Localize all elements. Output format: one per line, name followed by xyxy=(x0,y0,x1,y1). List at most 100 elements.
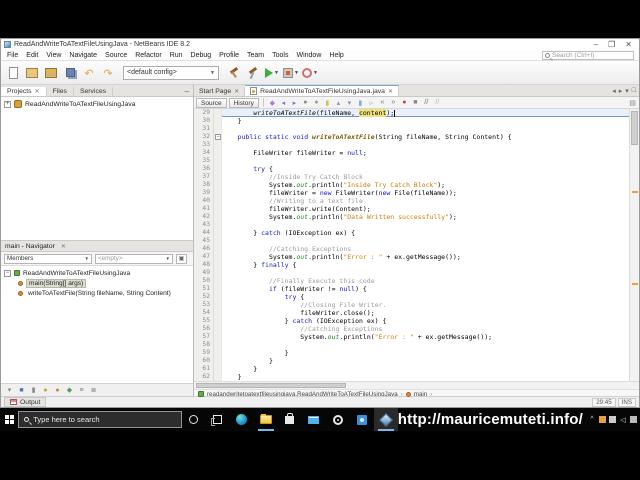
code-text[interactable] xyxy=(222,269,629,277)
sort-source-icon[interactable]: ≣ xyxy=(89,386,98,395)
maximize-button[interactable]: ❐ xyxy=(608,39,615,50)
navigator-filter-button[interactable]: ▣ xyxy=(176,253,187,264)
output-minimized-tab[interactable]: Output xyxy=(4,397,47,407)
error-stripe-mark[interactable] xyxy=(632,283,638,285)
code-text[interactable]: } xyxy=(222,117,629,125)
start-macro-icon[interactable]: ● xyxy=(400,98,409,107)
hscrollbar-thumb[interactable] xyxy=(196,383,346,388)
code-text[interactable]: } catch (IOException ex) { xyxy=(222,317,629,325)
taskbar-photos-icon[interactable] xyxy=(350,408,374,431)
code-text[interactable]: public static void writeToATextFile(Stri… xyxy=(222,133,629,141)
tab-list-icon[interactable]: ▾ xyxy=(625,87,629,95)
menu-window[interactable]: Window xyxy=(292,52,325,59)
code-text[interactable] xyxy=(222,125,629,133)
code-text[interactable]: //Catching Exceptions xyxy=(222,245,629,253)
menu-debug[interactable]: Debug xyxy=(187,52,216,59)
navigator-close-icon[interactable]: ✕ xyxy=(61,243,66,250)
toolbar-save-all-icon[interactable] xyxy=(62,65,78,81)
menu-profile[interactable]: Profile xyxy=(215,52,243,59)
menu-view[interactable]: View xyxy=(42,52,65,59)
projects-tree[interactable]: + ReadAndWriteToATextFileUsingJava xyxy=(1,97,193,240)
code-text[interactable]: } xyxy=(222,349,629,357)
tray-hidden-icons-chevron[interactable]: ^ xyxy=(588,416,596,424)
navigator-tree[interactable]: − ReadAndWriteToATextFileUsingJava main(St… xyxy=(1,266,193,383)
tray-keyboard-icon[interactable] xyxy=(609,416,616,423)
toggle-highlight-icon[interactable]: ▮ xyxy=(323,98,332,107)
minimize-button[interactable]: – xyxy=(594,39,598,50)
stop-macro-icon[interactable]: ■ xyxy=(411,98,420,107)
code-text[interactable]: System.out.println("Error : " + ex.getMe… xyxy=(222,333,629,341)
code-text[interactable]: try { xyxy=(222,165,629,173)
code-text[interactable]: if (fileWriter != null) { xyxy=(222,285,629,293)
uncomment-icon[interactable]: // xyxy=(433,98,442,107)
show-fields-icon[interactable]: ■ xyxy=(17,386,26,395)
toolbar-clean-build-icon[interactable] xyxy=(245,65,261,81)
taskbar-task-view-icon[interactable] xyxy=(206,408,230,431)
toolbar-undo-icon[interactable] xyxy=(81,65,97,81)
show-methods-icon[interactable]: ● xyxy=(53,386,62,395)
menu-tools[interactable]: Tools xyxy=(268,52,292,59)
navigator-member-row[interactable]: main(String[] args) xyxy=(4,278,193,288)
tab-projects[interactable]: Projects ✕ xyxy=(1,87,47,96)
error-stripe-mark[interactable] xyxy=(632,191,638,193)
taskbar-netbeans-icon[interactable] xyxy=(373,408,398,431)
toolbar-new-project-icon[interactable] xyxy=(24,65,40,81)
editor-hscrollbar[interactable] xyxy=(194,381,639,389)
tray-volume-icon[interactable]: ◁ xyxy=(619,416,627,424)
navigator-filter-select[interactable]: <empty> ▼ xyxy=(95,253,173,264)
menu-navigate[interactable]: Navigate xyxy=(65,52,101,59)
show-static-members-icon[interactable]: ▮ xyxy=(29,386,38,395)
code-editor[interactable]: 29 writeToATextFile(fileName, content); 3… xyxy=(194,109,629,381)
tab-services[interactable]: Services xyxy=(74,87,114,96)
shift-right-icon[interactable]: » xyxy=(389,98,398,107)
minimize-panel-icon[interactable]: – xyxy=(185,87,189,96)
menu-source[interactable]: Source xyxy=(101,52,131,59)
tree-expander-icon[interactable]: − xyxy=(4,269,11,277)
title-bar[interactable]: ReadAndWriteToATextFileUsingJava - NetBe… xyxy=(1,39,639,50)
editor-scrollbar[interactable] xyxy=(629,109,639,381)
taskbar-settings-icon[interactable] xyxy=(326,408,350,431)
code-text[interactable]: try { xyxy=(222,293,629,301)
code-text[interactable]: fileWriter.write(Content); xyxy=(222,205,629,213)
taskbar-mail-icon[interactable] xyxy=(302,408,326,431)
toggle-bookmark-icon[interactable]: ▮ xyxy=(356,98,365,107)
comment-icon[interactable]: // xyxy=(422,98,431,107)
code-text[interactable]: //Finally Execute this code xyxy=(222,277,629,285)
taskbar-file-explorer-icon[interactable] xyxy=(254,408,278,431)
editor-sidebar-toggle-icon[interactable]: ▤ xyxy=(628,98,637,107)
code-text[interactable] xyxy=(222,237,629,245)
menu-help[interactable]: Help xyxy=(325,52,347,59)
navigator-member-row[interactable]: writeToATextFile(String fileName, String… xyxy=(4,288,193,298)
code-text[interactable]: //Writing to a text file xyxy=(222,197,629,205)
find-selection-icon[interactable]: ● xyxy=(301,98,310,107)
code-text[interactable]: System.out.println("Error : " + ex.getMe… xyxy=(222,253,629,261)
code-text[interactable]: fileWriter = new FileWriter(new File(fil… xyxy=(222,189,629,197)
forward-icon[interactable]: ▸ xyxy=(290,98,299,107)
next-bookmark-icon[interactable]: ▹ xyxy=(367,98,376,107)
navigator-header[interactable]: main - Navigator ✕ xyxy=(1,240,193,252)
toolbar-build-project-icon[interactable] xyxy=(226,65,242,81)
menu-team[interactable]: Team xyxy=(243,52,268,59)
toolbar-open-project-icon[interactable] xyxy=(43,65,59,81)
editor-tab[interactable]: ReadAndWriteToATextFileUsingJava.java ✕ xyxy=(245,85,399,96)
toolbar-run-project-icon[interactable]: ▼ xyxy=(264,65,280,81)
shift-left-icon[interactable]: « xyxy=(378,98,387,107)
last-edit-icon[interactable]: ◆ xyxy=(268,98,277,107)
code-text[interactable]: //Inside Try Catch Block xyxy=(222,173,629,181)
taskbar-search-box[interactable]: Type here to search xyxy=(18,411,182,428)
code-text[interactable]: } xyxy=(222,365,629,373)
close-tab-icon[interactable]: ✕ xyxy=(234,88,239,95)
code-text[interactable] xyxy=(222,157,629,165)
taskbar-cortana-icon[interactable] xyxy=(182,408,206,431)
code-text[interactable]: System.out.println("Inside Try Catch Blo… xyxy=(222,181,629,189)
code-text[interactable]: fileWriter.close(); xyxy=(222,309,629,317)
start-button[interactable] xyxy=(0,408,18,431)
scroll-tabs-right-icon[interactable]: ▸ xyxy=(619,87,623,95)
code-text[interactable]: //Catching Exceptions xyxy=(222,325,629,333)
code-text[interactable]: } xyxy=(222,357,629,365)
fold-collapse-icon[interactable]: − xyxy=(215,134,221,140)
code-text[interactable] xyxy=(222,341,629,349)
close-tab-icon[interactable]: ✕ xyxy=(35,88,40,95)
toolbar-profile-project-icon[interactable]: ▼ xyxy=(302,65,318,81)
code-text[interactable] xyxy=(222,141,629,149)
